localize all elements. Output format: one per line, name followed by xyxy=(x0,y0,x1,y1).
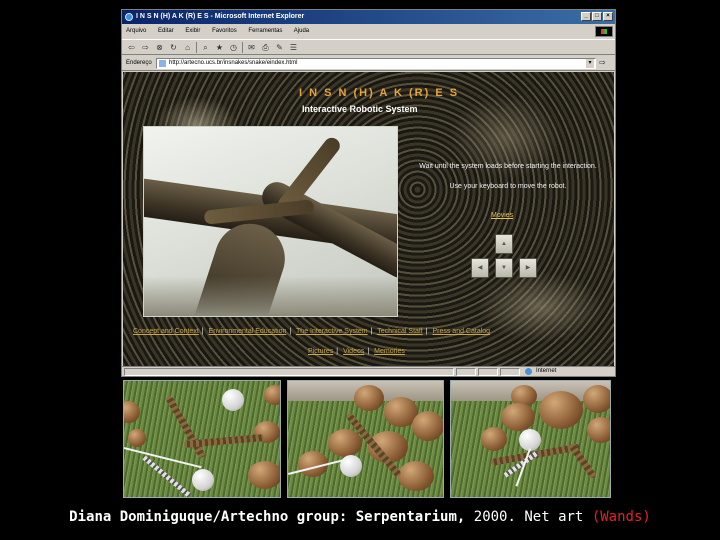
instructions: Wait until the system loads before start… xyxy=(413,162,603,202)
nav-pictures[interactable]: Pictures xyxy=(308,348,333,355)
menu-favoritos[interactable]: Favoritos xyxy=(212,28,237,34)
go-icon[interactable]: ⇨ xyxy=(599,58,609,68)
site-subtitle: Interactive Robotic System xyxy=(302,104,418,114)
browser-window: I N S N (H) A K (R) E S - Microsoft Inte… xyxy=(121,9,616,377)
status-cell xyxy=(500,368,520,376)
stone xyxy=(398,461,434,491)
close-button[interactable]: × xyxy=(603,12,613,21)
stone xyxy=(264,385,280,405)
title-bar: I N S N (H) A K (R) E S - Microsoft Inte… xyxy=(122,10,615,24)
stone xyxy=(583,385,610,413)
address-bar: Endereço http://artecno.ucs.br/insnakes/… xyxy=(122,56,615,71)
arrow-right-key[interactable]: ▶ xyxy=(519,258,537,278)
ie-icon xyxy=(125,13,133,21)
nav-environmental[interactable]: Environmental Education xyxy=(209,328,287,335)
mail-icon[interactable]: ✉ xyxy=(246,42,257,53)
menu-ajuda[interactable]: Ajuda xyxy=(294,28,309,34)
stone xyxy=(128,429,146,447)
photo-1 xyxy=(123,380,281,498)
slide-caption: Diana Dominiguque/Artechno group: Serpen… xyxy=(0,509,720,525)
nav-memories[interactable]: Memories xyxy=(374,348,405,355)
status-bar: Internet xyxy=(122,366,615,376)
nav-row-primary: Concept and Context | Environmental Educa… xyxy=(133,328,491,335)
nav-technical-staff[interactable]: Technical Staff xyxy=(377,328,422,335)
caption-tag: (Wands) xyxy=(591,509,651,525)
search-icon[interactable]: ⌕ xyxy=(200,42,211,53)
stone xyxy=(248,461,280,489)
maximize-button[interactable]: □ xyxy=(592,12,602,21)
zone-label: Internet xyxy=(536,368,557,374)
toolbar-separator xyxy=(242,41,243,53)
address-input[interactable]: http://artecno.ucs.br/insnakes/snake/ein… xyxy=(156,58,596,69)
stone xyxy=(328,429,362,457)
instruction-load: Wait until the system loads before start… xyxy=(419,163,597,170)
stone xyxy=(481,427,507,451)
movies-link[interactable]: Movies xyxy=(491,212,513,219)
toolbar-separator xyxy=(196,41,197,53)
menu-ferramentas[interactable]: Ferramentas xyxy=(248,28,282,34)
arrow-down-key[interactable]: ▼ xyxy=(495,258,513,278)
photo-2 xyxy=(287,380,444,498)
favorites-icon[interactable]: ★ xyxy=(214,42,225,53)
stone xyxy=(354,385,384,411)
stone xyxy=(539,391,583,429)
photo-3 xyxy=(450,380,611,498)
nav-press[interactable]: Press and Catalog xyxy=(432,328,490,335)
ground-shade xyxy=(144,276,397,316)
stone xyxy=(412,411,443,441)
toolbar: ⇦ ⇨ ⊗ ↻ ⌂ ⌕ ★ ◷ ✉ ⎙ ✎ ☰ xyxy=(122,39,615,55)
status-cell xyxy=(124,368,454,376)
site-title: I N S N (H) A K (R) E S xyxy=(299,87,460,99)
address-url: http://artecno.ucs.br/insnakes/snake/ein… xyxy=(169,60,298,66)
internet-zone: Internet xyxy=(522,367,602,376)
print-icon[interactable]: ⎙ xyxy=(260,42,271,53)
menu-editar[interactable]: Editar xyxy=(158,28,174,34)
caption-year: 2000. xyxy=(473,509,516,525)
menu-exibir[interactable]: Exibir xyxy=(185,28,200,34)
stop-icon[interactable]: ⊗ xyxy=(154,42,165,53)
address-label: Endereço xyxy=(126,60,152,66)
back-icon[interactable]: ⇦ xyxy=(126,42,137,53)
edit-icon[interactable]: ✎ xyxy=(274,42,285,53)
history-icon[interactable]: ◷ xyxy=(228,42,239,53)
minimize-button[interactable]: _ xyxy=(581,12,591,21)
robot-ball xyxy=(192,469,214,491)
status-cell xyxy=(456,368,476,376)
robot-ball xyxy=(222,389,244,411)
arrow-up-key[interactable]: ▲ xyxy=(495,234,513,254)
page-content: I N S N (H) A K (R) E S Interactive Robo… xyxy=(123,72,614,366)
menu-arquivo[interactable]: Arquivo xyxy=(126,28,146,34)
instruction-keyboard: Use your keyboard to move the robot. xyxy=(449,183,567,190)
caption-author: Diana Dominiguque/Artechno group: Serpen… xyxy=(69,509,466,525)
stone xyxy=(501,403,535,431)
window-title: I N S N (H) A K (R) E S - Microsoft Inte… xyxy=(136,13,305,20)
chevron-down-icon[interactable]: ▾ xyxy=(586,59,594,68)
windows-logo-icon xyxy=(595,26,613,37)
arrow-left-key[interactable]: ◀ xyxy=(471,258,489,278)
nav-row-secondary: Pictures | Videos | Memories xyxy=(308,348,405,355)
status-cell xyxy=(478,368,498,376)
refresh-icon[interactable]: ↻ xyxy=(168,42,179,53)
home-icon[interactable]: ⌂ xyxy=(182,42,193,53)
caption-medium: Net art xyxy=(524,509,584,525)
forward-icon[interactable]: ⇨ xyxy=(140,42,151,53)
webcam-video xyxy=(143,126,398,317)
nav-videos[interactable]: Videos xyxy=(343,348,364,355)
nav-concept[interactable]: Concept and Context xyxy=(133,328,199,335)
nav-interactive-system[interactable]: The Interactive System xyxy=(296,328,368,335)
discuss-icon[interactable]: ☰ xyxy=(288,42,299,53)
menu-bar: Arquivo Editar Exibir Favoritos Ferramen… xyxy=(122,25,615,38)
stone xyxy=(587,417,610,443)
